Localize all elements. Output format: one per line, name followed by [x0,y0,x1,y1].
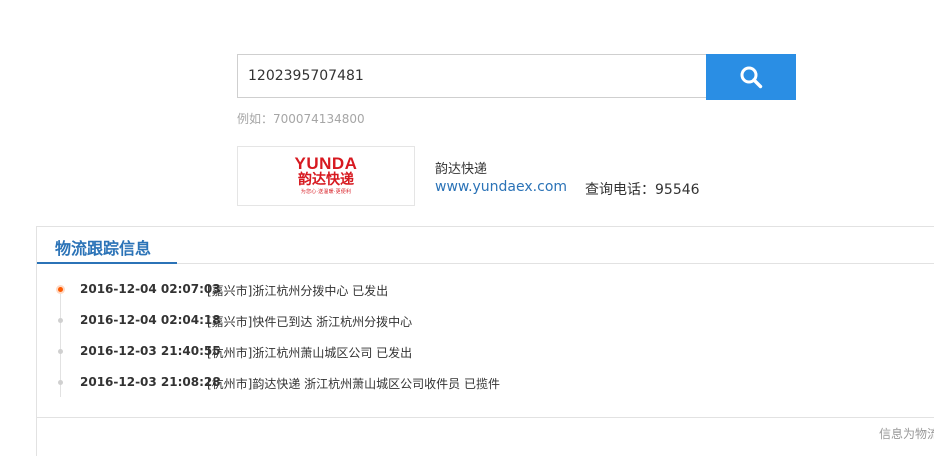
company-logo: YUNDA 韵达快递 为您心·送温暖·更便利 [237,146,415,206]
example-hint: 例如：700074134800 [237,112,365,126]
title-underline [37,262,177,264]
event-description: [杭州市]韵达快递 浙江杭州萧山城区公司收件员 已揽件 [207,377,500,391]
timeline-dot-icon [58,318,63,323]
search-icon [740,66,763,89]
panel-divider [37,417,934,418]
event-time: 2016-12-04 02:07:03 [80,282,221,296]
event-description: [杭州市]浙江杭州萧山城区公司 已发出 [207,346,413,360]
logo-text-en: YUNDA [294,154,358,173]
tracking-number-input[interactable] [237,54,706,98]
event-description: [嘉兴市]快件已到达 浙江杭州分拨中心 [207,315,413,329]
tracking-panel: 物流跟踪信息 2016-12-04 02:07:03 [嘉兴市]浙江杭州分拨中心… [36,226,934,456]
company-website-link[interactable]: www.yundaex.com [435,179,567,195]
search-button[interactable] [706,54,796,100]
event-description: [嘉兴市]浙江杭州分拨中心 已发出 [207,284,389,298]
logo-slogan: 为您心·送温暖·更便利 [300,189,352,195]
event-time: 2016-12-04 02:04:18 [80,313,221,327]
event-time: 2016-12-03 21:40:55 [80,344,221,358]
tracking-panel-header: 物流跟踪信息 [37,227,934,264]
timeline-dot-active-icon [58,287,63,292]
timeline-dot-icon [58,349,63,354]
logo-text-cn: 韵达快递 [298,172,354,188]
company-name: 韵达快递 [435,162,488,177]
tracking-title: 物流跟踪信息 [55,239,152,258]
event-time: 2016-12-03 21:08:28 [80,375,221,389]
company-phone: 查询电话：95546 [585,182,700,198]
timeline-dot-icon [58,380,63,385]
footer-note: 信息为物流 [879,427,934,441]
